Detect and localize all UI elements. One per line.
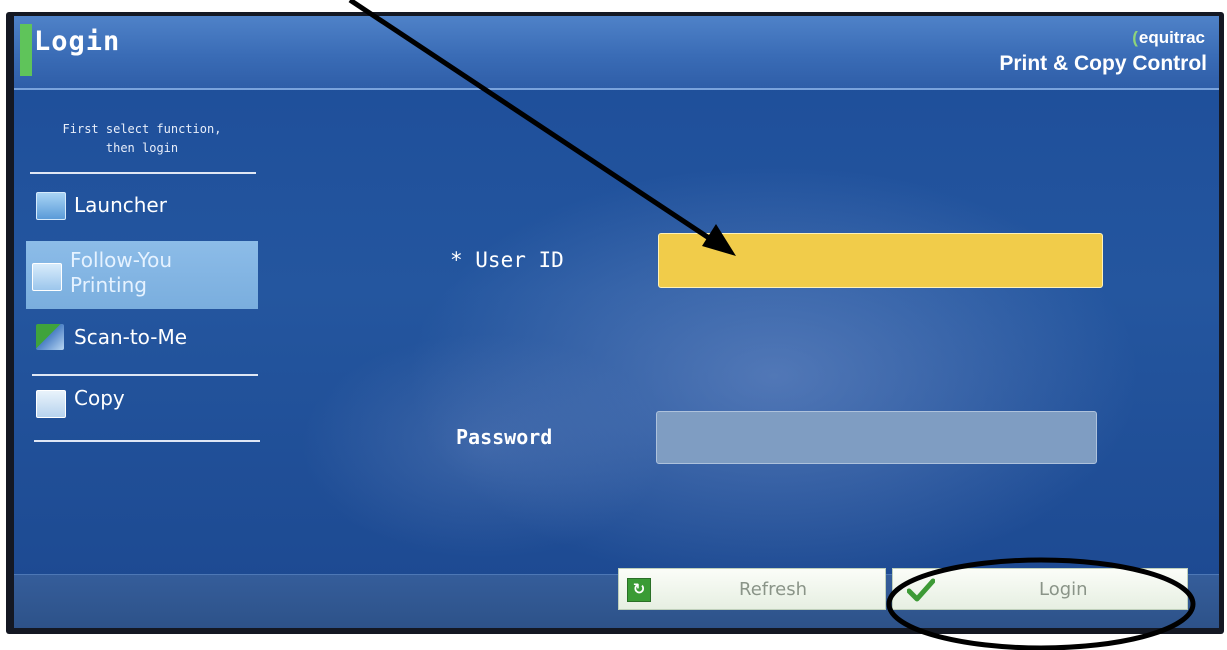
divider [34, 440, 260, 442]
function-label-line-2: Printing [70, 273, 147, 297]
function-label: Follow-You Printing [70, 248, 240, 298]
function-scan-to-me[interactable]: Scan-to-Me [30, 314, 260, 368]
hint-line-1: First select function, [62, 122, 222, 136]
checkmark-icon [907, 578, 935, 602]
password-label: Password [456, 425, 553, 449]
equitrac-swirl-icon: ( [1132, 28, 1138, 47]
follow-you-printing-icon [32, 263, 62, 291]
brand-name: equitrac [1138, 28, 1205, 47]
brand-tagline: Print & Copy Control [999, 52, 1207, 75]
password-input[interactable] [656, 411, 1097, 464]
launcher-icon [36, 192, 66, 220]
header-accent-stripe [20, 24, 32, 76]
user-id-label: * User ID [450, 248, 564, 272]
header-bar: Login (equitrac Print & Copy Control [14, 16, 1219, 90]
function-launcher[interactable]: Launcher [30, 182, 260, 236]
divider [32, 374, 258, 376]
function-hint: First select function, then login [24, 120, 260, 158]
function-copy[interactable]: Copy [30, 382, 260, 436]
scan-to-me-icon [36, 324, 64, 350]
touch-screen: Login (equitrac Print & Copy Control Fir… [14, 16, 1219, 628]
login-button[interactable]: Login [892, 568, 1188, 610]
refresh-icon: ↻ [627, 578, 651, 602]
hint-line-2: then login [105, 141, 179, 155]
function-label: Copy [74, 386, 125, 410]
function-follow-you-printing[interactable]: Follow-You Printing [26, 241, 258, 309]
refresh-button-label: Refresh [739, 579, 807, 600]
function-label-line-1: Follow-You [70, 248, 173, 272]
page-title: Login [34, 26, 121, 57]
copy-icon [36, 390, 66, 418]
refresh-button[interactable]: ↻ Refresh [618, 568, 886, 610]
divider [30, 172, 256, 174]
brand-logo: (equitrac [1132, 28, 1205, 48]
function-label: Launcher [74, 193, 167, 217]
user-id-input[interactable] [658, 233, 1103, 288]
login-button-label: Login [1039, 579, 1088, 600]
function-label: Scan-to-Me [74, 325, 188, 349]
